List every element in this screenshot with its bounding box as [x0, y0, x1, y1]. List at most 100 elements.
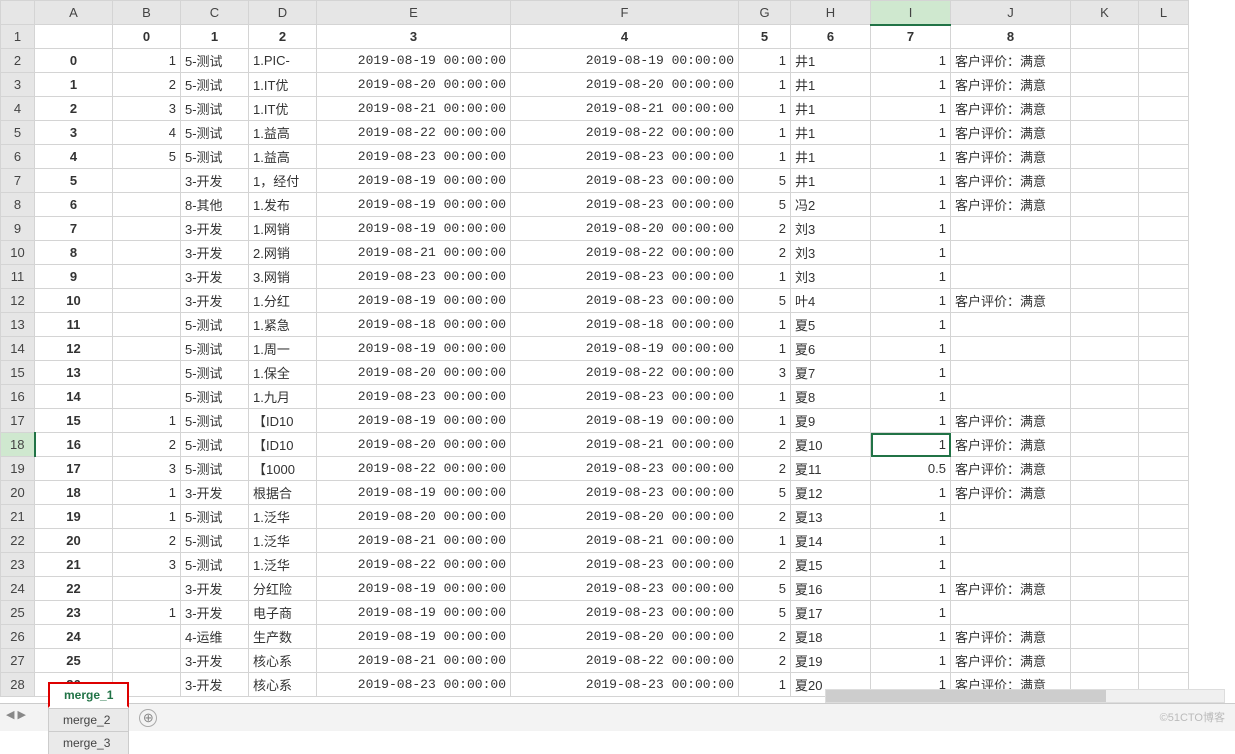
cell[interactable]	[113, 217, 181, 241]
cell[interactable]: 刘3	[791, 241, 871, 265]
row-header[interactable]: 28	[1, 673, 35, 697]
cell[interactable]: 3	[113, 553, 181, 577]
cell[interactable]: 客户评价：满意	[951, 49, 1071, 73]
cell[interactable]: 刘3	[791, 217, 871, 241]
cell[interactable]: 1	[871, 481, 951, 505]
column-header[interactable]: F	[511, 1, 739, 25]
cell[interactable]	[1139, 193, 1189, 217]
cell[interactable]: 1	[739, 265, 791, 289]
cell[interactable]	[1071, 481, 1139, 505]
cell[interactable]: 5-测试	[181, 145, 249, 169]
cell[interactable]	[1139, 385, 1189, 409]
cell[interactable]: 5	[739, 25, 791, 49]
cell[interactable]: 夏9	[791, 409, 871, 433]
add-sheet-button[interactable]: ⊕	[139, 709, 157, 727]
cell[interactable]: 夏5	[791, 313, 871, 337]
cell[interactable]: 3-开发	[181, 673, 249, 697]
cell[interactable]: 2.网销	[249, 241, 317, 265]
column-header[interactable]: K	[1071, 1, 1139, 25]
cell[interactable]: 5-测试	[181, 409, 249, 433]
cell[interactable]: 2019-08-19 00:00:00	[317, 601, 511, 625]
row-header[interactable]: 9	[1, 217, 35, 241]
cell[interactable]: 夏11	[791, 457, 871, 481]
cell[interactable]	[1071, 193, 1139, 217]
column-header[interactable]: A	[35, 1, 113, 25]
row-header[interactable]: 11	[1, 265, 35, 289]
cell[interactable]	[951, 385, 1071, 409]
cell[interactable]: 5-测试	[181, 49, 249, 73]
cell[interactable]: 3-开发	[181, 601, 249, 625]
cell[interactable]: 7	[35, 217, 113, 241]
cell[interactable]: 1	[871, 289, 951, 313]
cell[interactable]: 5-测试	[181, 121, 249, 145]
cell[interactable]: 井1	[791, 49, 871, 73]
cell[interactable]: 2019-08-23 00:00:00	[511, 601, 739, 625]
cell[interactable]: 1.泛华	[249, 529, 317, 553]
cell[interactable]	[1139, 337, 1189, 361]
cell[interactable]: 2019-08-21 00:00:00	[511, 529, 739, 553]
cell[interactable]: 1	[871, 193, 951, 217]
cell[interactable]: 1	[871, 529, 951, 553]
row-header[interactable]: 8	[1, 193, 35, 217]
cell[interactable]: 电子商	[249, 601, 317, 625]
cell[interactable]: 2019-08-20 00:00:00	[511, 217, 739, 241]
cell[interactable]: 夏14	[791, 529, 871, 553]
cell[interactable]	[1071, 25, 1139, 49]
cell[interactable]: 1.益高	[249, 145, 317, 169]
cell[interactable]	[1071, 169, 1139, 193]
cell[interactable]: 【ID10	[249, 433, 317, 457]
cell[interactable]: 2019-08-22 00:00:00	[511, 649, 739, 673]
cell[interactable]	[951, 217, 1071, 241]
cell[interactable]: 2019-08-23 00:00:00	[511, 673, 739, 697]
cell[interactable]: 5-测试	[181, 385, 249, 409]
cell[interactable]: 2019-08-20 00:00:00	[317, 505, 511, 529]
cell[interactable]: 1.分红	[249, 289, 317, 313]
cell[interactable]: 5-测试	[181, 529, 249, 553]
cell[interactable]: 19	[35, 505, 113, 529]
cell[interactable]: 1	[871, 385, 951, 409]
cell[interactable]: 夏18	[791, 625, 871, 649]
cell[interactable]: 分红险	[249, 577, 317, 601]
cell[interactable]: 13	[35, 361, 113, 385]
cell[interactable]	[1139, 121, 1189, 145]
column-header[interactable]: H	[791, 1, 871, 25]
cell[interactable]: 23	[35, 601, 113, 625]
cell[interactable]: 3	[113, 457, 181, 481]
cell[interactable]: 22	[35, 577, 113, 601]
cell[interactable]: 5-测试	[181, 337, 249, 361]
cell[interactable]: 3-开发	[181, 217, 249, 241]
cell[interactable]	[1139, 577, 1189, 601]
cell[interactable]	[113, 385, 181, 409]
cell[interactable]	[1071, 433, 1139, 457]
cell[interactable]	[1071, 73, 1139, 97]
cell[interactable]: 客户评价：满意	[951, 289, 1071, 313]
cell[interactable]: 1	[871, 649, 951, 673]
cell[interactable]	[1139, 97, 1189, 121]
cell[interactable]: 3-开发	[181, 577, 249, 601]
column-header[interactable]: L	[1139, 1, 1189, 25]
cell[interactable]	[113, 313, 181, 337]
cell[interactable]: 【1000	[249, 457, 317, 481]
cell[interactable]	[1071, 217, 1139, 241]
cell[interactable]: 1	[871, 625, 951, 649]
cell[interactable]	[1139, 505, 1189, 529]
cell[interactable]	[1139, 145, 1189, 169]
cell[interactable]: 1	[113, 601, 181, 625]
cell[interactable]: 1	[739, 145, 791, 169]
cell[interactable]: 5	[739, 601, 791, 625]
cell[interactable]: 1.IT优	[249, 97, 317, 121]
cell[interactable]: 客户评价：满意	[951, 145, 1071, 169]
cell[interactable]: 2	[739, 505, 791, 529]
cell[interactable]: 1	[739, 73, 791, 97]
row-header[interactable]: 21	[1, 505, 35, 529]
cell[interactable]: 1	[739, 385, 791, 409]
cell[interactable]	[113, 289, 181, 313]
cell[interactable]: 15	[35, 409, 113, 433]
cell[interactable]: 2019-08-19 00:00:00	[317, 337, 511, 361]
cell[interactable]: 2	[35, 97, 113, 121]
cell[interactable]: 1	[739, 673, 791, 697]
cell[interactable]: 5	[739, 577, 791, 601]
cell[interactable]: 24	[35, 625, 113, 649]
cell[interactable]	[1071, 577, 1139, 601]
cell[interactable]: 5-测试	[181, 97, 249, 121]
